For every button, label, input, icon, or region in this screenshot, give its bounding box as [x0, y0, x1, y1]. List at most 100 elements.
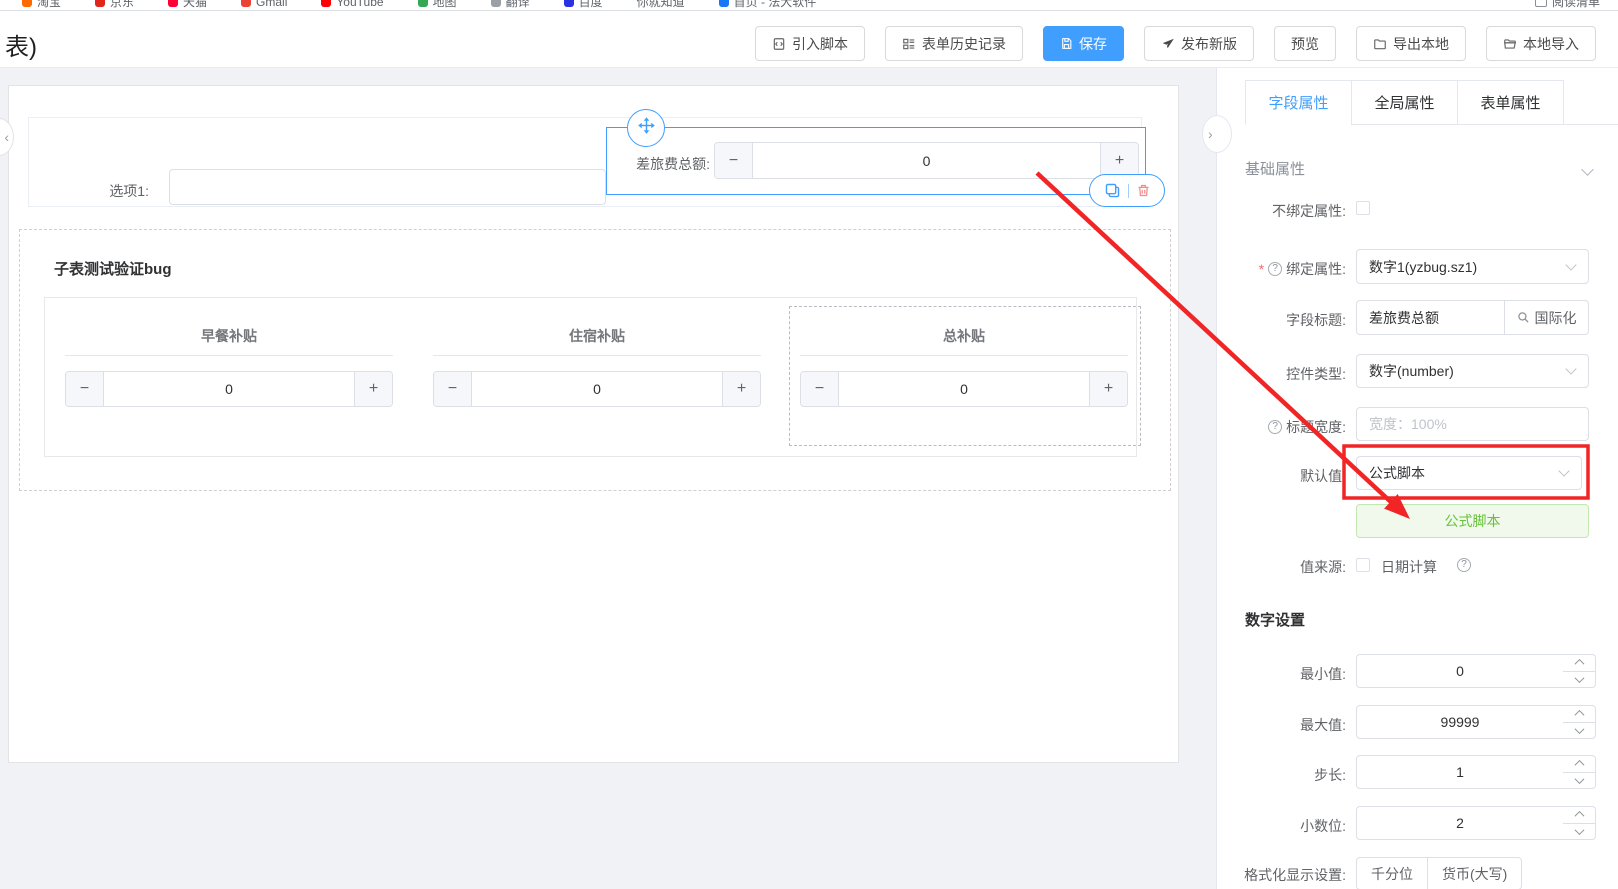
selected-field-travel-total[interactable]: 差旅费总额: − 0 + [606, 127, 1146, 195]
lodging-stepper: − 0 + [433, 371, 761, 407]
decrease-button[interactable]: − [66, 372, 104, 406]
bookmark-item[interactable]: YouTube [321, 0, 383, 9]
bookmark-item[interactable]: 天猫 [168, 0, 207, 10]
default-value-select[interactable]: 公式脚本 [1356, 456, 1582, 490]
lodging-value[interactable]: 0 [472, 372, 722, 406]
tab-global-properties[interactable]: 全局属性 [1351, 80, 1458, 125]
chevron-down-icon [1574, 724, 1584, 734]
i18n-label: 国际化 [1535, 308, 1577, 328]
spin-down-button[interactable] [1563, 723, 1595, 739]
subtable-column-breakfast[interactable]: 早餐补贴 − 0 + [65, 298, 393, 456]
history-list-icon [902, 37, 916, 51]
chevron-right-icon: › [1208, 126, 1213, 142]
bookmark-label: 京东 [110, 0, 134, 10]
thousands-separator-button[interactable]: 千分位 [1356, 857, 1428, 889]
save-button[interactable]: 保存 [1043, 26, 1124, 61]
publish-button[interactable]: 发布新版 [1144, 26, 1254, 61]
increase-button[interactable]: + [354, 372, 392, 406]
preview-button[interactable]: 预览 [1274, 26, 1336, 61]
field-title-value: 差旅费总额 [1369, 308, 1439, 328]
export-local-button[interactable]: 导出本地 [1356, 26, 1466, 61]
pill-divider [1128, 184, 1129, 198]
bookmark-item[interactable]: 地图 [418, 0, 457, 10]
bookmark-item[interactable]: 首页 - 法大软件 [719, 0, 817, 10]
bookmark-item[interactable]: 你就知道 [637, 0, 685, 10]
bind-property-select[interactable]: 数字1(yzbug.sz1) [1356, 249, 1589, 284]
currency-uppercase-button[interactable]: 货币(大写) [1427, 857, 1522, 889]
question-circle-icon[interactable]: ? [1457, 558, 1471, 572]
option1-input[interactable] [169, 169, 606, 205]
spin-up-button[interactable] [1563, 655, 1595, 672]
spin-up-button[interactable] [1563, 706, 1595, 723]
subtable-column-lodging[interactable]: 住宿补贴 − 0 + [433, 298, 761, 456]
spin-up-button[interactable] [1563, 756, 1595, 773]
breakfast-value[interactable]: 0 [104, 372, 354, 406]
delete-field-button[interactable] [1136, 183, 1151, 198]
import-script-button[interactable]: 引入脚本 [755, 26, 865, 61]
question-circle-icon[interactable]: ? [1268, 420, 1282, 434]
increase-button[interactable]: + [722, 372, 760, 406]
export-local-label: 导出本地 [1393, 34, 1449, 54]
spin-down-button[interactable] [1563, 824, 1595, 840]
form-history-button[interactable]: 表单历史记录 [885, 26, 1023, 61]
bookmark-item[interactable]: 翻译 [491, 0, 530, 10]
import-script-label: 引入脚本 [792, 34, 848, 54]
increase-button[interactable]: + [1100, 143, 1138, 178]
tab-form-properties[interactable]: 表单属性 [1457, 80, 1564, 125]
unbind-label: 不绑定属性: [1217, 201, 1346, 221]
copy-field-button[interactable] [1104, 182, 1121, 199]
bookmark-favicon [719, 0, 729, 7]
bookmark-item[interactable]: 京东 [95, 0, 134, 10]
drag-move-handle[interactable] [627, 109, 665, 147]
decimals-input[interactable]: 2 [1356, 806, 1564, 840]
tab-field-properties[interactable]: 字段属性 [1245, 80, 1352, 125]
bookmark-label: 地图 [433, 0, 457, 10]
value-source-label: 值来源: [1217, 557, 1346, 577]
spin-down-button[interactable] [1563, 773, 1595, 789]
column-header: 早餐补贴 [65, 298, 393, 356]
min-value-input[interactable]: 0 [1356, 654, 1564, 688]
subtable-container[interactable]: 子表测试验证bug 早餐补贴 − 0 + 住宿补贴 − [19, 229, 1171, 491]
collapse-section-chevron-icon[interactable] [1581, 163, 1594, 176]
chevron-down-icon [1558, 465, 1569, 476]
bookmark-favicon [168, 0, 178, 7]
bookmark-item[interactable]: 淘宝 [22, 0, 61, 10]
bookmark-item[interactable]: 百度 [564, 0, 603, 10]
max-value-spinner [1563, 705, 1596, 739]
decrease-button[interactable]: − [434, 372, 472, 406]
decimals-spinner [1563, 806, 1596, 840]
decrease-button[interactable]: − [715, 143, 753, 178]
bookmark-item[interactable]: Gmail [241, 0, 287, 9]
collapse-right-panel-handle[interactable]: › [1202, 115, 1232, 153]
date-calc-option-label: 日期计算 [1381, 557, 1437, 577]
panel-tabs: 字段属性 全局属性 表单属性 [1245, 80, 1564, 125]
i18n-button[interactable]: 国际化 [1504, 300, 1589, 335]
title-width-input[interactable]: 宽度：100% [1356, 407, 1589, 441]
bookmark-label: 你就知道 [637, 0, 685, 10]
field-title-input[interactable]: 差旅费总额 [1356, 300, 1505, 335]
bind-property-value: 数字1(yzbug.sz1) [1369, 257, 1477, 277]
import-local-button[interactable]: 本地导入 [1486, 26, 1596, 61]
date-calc-checkbox[interactable] [1356, 558, 1370, 572]
widget-type-label: 控件类型: [1217, 364, 1346, 384]
bookmark-label: Gmail [256, 0, 287, 9]
bookmark-label: 首页 - 法大软件 [734, 0, 817, 10]
properties-panel: › 字段属性 全局属性 表单属性 基础属性 不绑定属性: * ? 绑定属性: 数… [1216, 68, 1618, 889]
chevron-down-icon [1574, 825, 1584, 835]
designer-toolbar: 表) 引入脚本 表单历史记录 保存 发布新版 预览 [0, 11, 1618, 68]
unbind-checkbox[interactable] [1356, 201, 1370, 215]
travel-total-value[interactable]: 0 [753, 143, 1100, 178]
reading-list-button[interactable]: 阅读清单 [1535, 0, 1600, 10]
default-value-label: 默认值: [1217, 466, 1346, 486]
bookmark-favicon [241, 0, 251, 7]
widget-type-select[interactable]: 数字(number) [1356, 354, 1589, 388]
bookmark-favicon [491, 0, 501, 7]
step-spinner [1563, 755, 1596, 789]
spin-down-button[interactable] [1563, 672, 1595, 688]
max-value-input[interactable]: 99999 [1356, 705, 1564, 739]
search-icon [1517, 311, 1530, 324]
spin-up-button[interactable] [1563, 807, 1595, 824]
question-circle-icon[interactable]: ? [1268, 262, 1282, 276]
formula-script-button[interactable]: 公式脚本 [1356, 504, 1589, 538]
step-input[interactable]: 1 [1356, 755, 1564, 789]
